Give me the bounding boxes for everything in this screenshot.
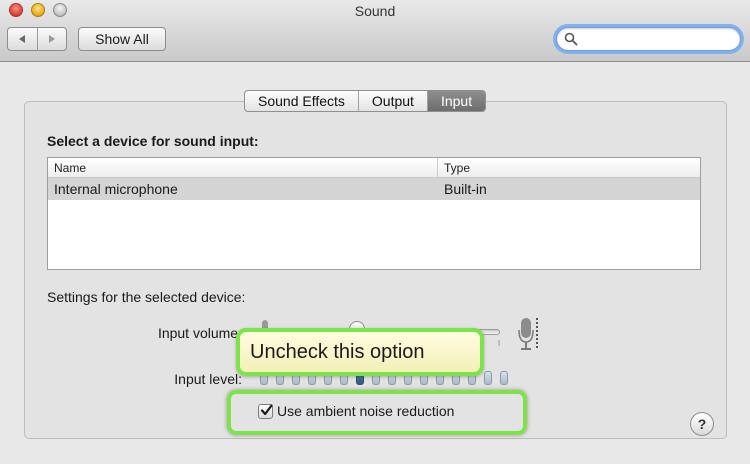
tab-bar: Sound Effects Output Input [244, 90, 487, 112]
table-row[interactable]: Internal microphone Built-in [48, 178, 700, 200]
back-button[interactable] [8, 28, 37, 50]
device-type-cell: Built-in [444, 181, 487, 197]
search-input[interactable] [579, 31, 729, 47]
search-icon [564, 32, 578, 46]
table-header: Name Type [48, 158, 700, 178]
search-field[interactable] [556, 27, 741, 51]
highlight-box [227, 390, 527, 435]
column-header-type[interactable]: Type [438, 158, 700, 177]
tab-input[interactable]: Input [426, 91, 486, 111]
settings-label: Settings for the selected device: [47, 289, 246, 305]
column-header-name[interactable]: Name [48, 158, 438, 177]
input-level-label: Input level: [174, 371, 242, 387]
device-name-cell: Internal microphone [54, 181, 178, 197]
back-forward-group [7, 27, 67, 51]
input-panel [24, 101, 727, 439]
forward-button[interactable] [36, 28, 67, 50]
input-devices-table: Name Type Internal microphone Built-in [47, 157, 701, 270]
level-segment [484, 371, 492, 385]
title-bar: Sound Show All [0, 0, 750, 62]
level-segment [500, 371, 508, 385]
microphone-icon [518, 318, 538, 350]
show-all-button[interactable]: Show All [78, 27, 166, 51]
forward-arrow-icon [48, 35, 55, 43]
device-section-title: Select a device for sound input: [47, 133, 259, 149]
tab-output[interactable]: Output [357, 91, 427, 111]
input-volume-label: Input volume: [157, 325, 242, 341]
help-button[interactable]: ? [690, 412, 714, 436]
tab-sound-effects[interactable]: Sound Effects [245, 91, 358, 111]
window-title: Sound [354, 3, 396, 19]
back-arrow-icon [19, 35, 26, 43]
callout-bubble: Uncheck this option [236, 328, 484, 376]
